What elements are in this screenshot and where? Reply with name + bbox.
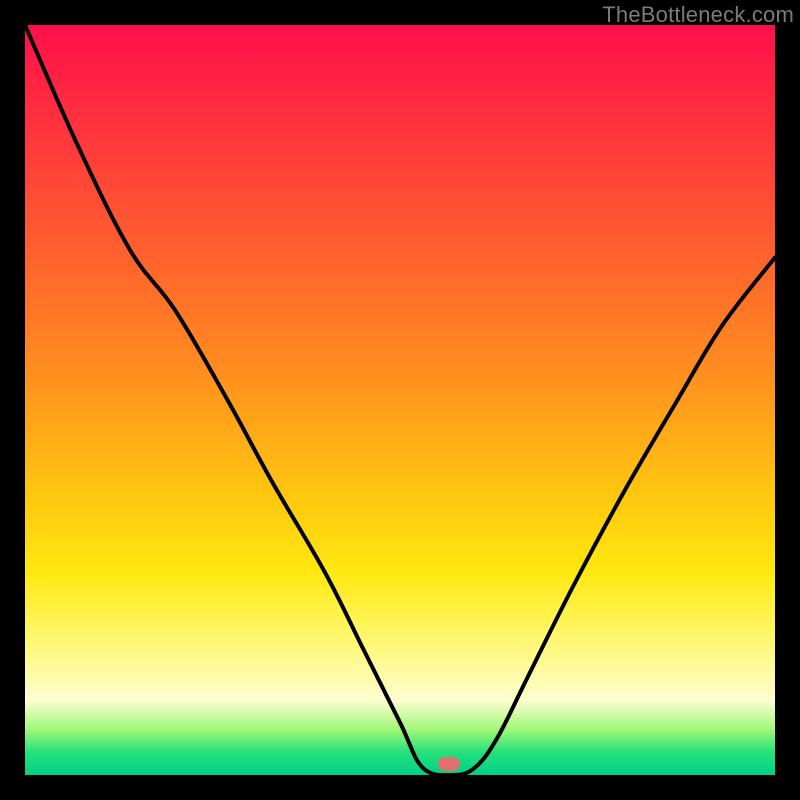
- outer-frame: TheBottleneck.com: [0, 0, 800, 800]
- gradient-plot-area: [25, 25, 775, 775]
- bottleneck-curve: [25, 25, 775, 775]
- curve-path: [25, 25, 775, 775]
- watermark-text: TheBottleneck.com: [602, 2, 794, 28]
